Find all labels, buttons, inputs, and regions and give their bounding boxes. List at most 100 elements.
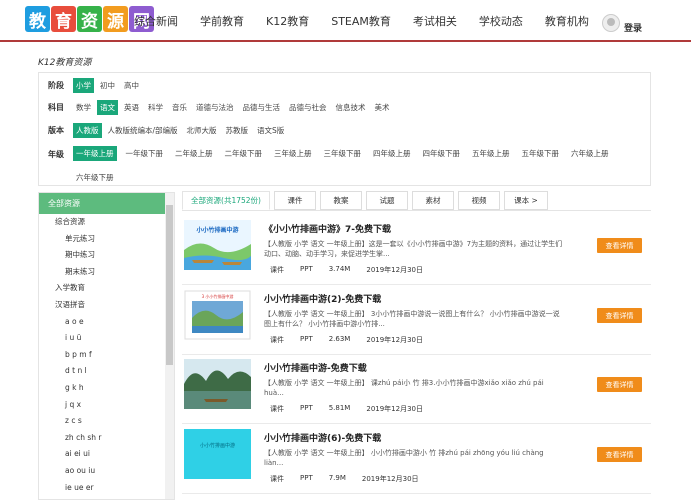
user-area[interactable]: 登录 [602, 11, 642, 34]
filter-label: 年级 [48, 150, 64, 159]
svg-text:3 小小竹排画中游: 3 小小竹排画中游 [202, 293, 234, 299]
filter-option-subject[interactable]: 品德与生活 [240, 100, 284, 115]
scrollbar-thumb[interactable] [166, 205, 173, 365]
filter-option-stage[interactable]: 小学 [73, 78, 94, 93]
resource-title[interactable]: 小小竹排画中游-免费下载 [264, 361, 367, 374]
tab-5[interactable]: 视频 [458, 191, 500, 210]
tab-3[interactable]: 试题 [366, 191, 408, 210]
filter-option-grade[interactable]: 二年级下册 [222, 146, 266, 161]
divider [182, 284, 651, 285]
resource-format: PPT [300, 404, 313, 412]
sidebar-item[interactable]: d t n l [39, 363, 165, 380]
resource-thumbnail[interactable]: 小小竹排画中游 [184, 220, 251, 270]
filter-option-grade[interactable]: 六年级上册 [568, 146, 612, 161]
avatar-icon[interactable] [602, 13, 620, 32]
resource-title[interactable]: 小小竹排画中游(6)-免费下载 [264, 431, 381, 444]
nav-preschool[interactable]: 学前教育 [200, 13, 244, 29]
tab-2[interactable]: 教案 [320, 191, 362, 210]
sidebar-item[interactable]: g k h [39, 380, 165, 397]
sidebar-item[interactable]: 汉语拼音 [39, 297, 165, 314]
filter-label: 科目 [48, 103, 64, 112]
filter-option-grade[interactable]: 二年级上册 [172, 146, 216, 161]
sidebar-item[interactable]: ie ue er [39, 480, 165, 497]
resource-item: 小小竹排画中游 《小小竹排画中游》7-免费下载【人教版 小学 语文 一年级上册】这… [182, 218, 651, 286]
page-title: K12教育资源 [38, 58, 92, 68]
sidebar-scrollbar[interactable] [165, 193, 174, 499]
resource-thumbnail[interactable] [184, 359, 251, 409]
logo-char: 教 [25, 6, 50, 32]
sidebar-item[interactable]: i u ü [39, 330, 165, 347]
filter-option-subject[interactable]: 科学 [145, 100, 166, 115]
resource-format: PPT [300, 474, 313, 482]
sidebar-item-all[interactable]: 全部资源 [39, 193, 165, 214]
tab-1[interactable]: 课件 [274, 191, 316, 210]
resource-date: 2019年12月30日 [361, 475, 419, 483]
nav-news[interactable]: 综合新闻 [134, 13, 178, 29]
resource-date: 2019年12月30日 [366, 405, 423, 413]
main-nav: 综合新闻 学前教育 K12教育 STEAM教育 考试相关 学校动态 教育机构 [134, 13, 611, 29]
view-details-button[interactable]: 查看详情 [597, 238, 642, 253]
view-details-button[interactable]: 查看详情 [597, 377, 642, 392]
sidebar-item[interactable]: j q x [39, 397, 165, 414]
filter-option-edition[interactable]: 人教版 [73, 123, 102, 138]
nav-school-news[interactable]: 学校动态 [479, 13, 523, 29]
filter-option-subject[interactable]: 数学 [73, 100, 94, 115]
resource-size: 7.9M [328, 474, 346, 482]
filter-option-subject[interactable]: 英语 [121, 100, 142, 115]
filter-option-stage[interactable]: 初中 [97, 78, 118, 93]
resource-thumbnail[interactable]: 小小竹排画中游 [184, 429, 251, 479]
category-sidebar: 全部资源 综合资源 单元练习 期中练习 期末练习 入学教育 汉语拼音 a o ei u üb… [38, 192, 175, 500]
filter-option-stage[interactable]: 高中 [121, 78, 142, 93]
sidebar-item[interactable]: z c s [39, 413, 165, 430]
nav-k12[interactable]: K12教育 [266, 13, 309, 29]
filter-option-grade[interactable]: 三年级下册 [321, 146, 365, 161]
resource-title[interactable]: 《小小竹排画中游》7-免费下载 [264, 222, 391, 235]
sidebar-item[interactable]: a o e [39, 314, 165, 331]
filter-option-grade[interactable]: 四年级下册 [420, 146, 464, 161]
filter-option-edition[interactable]: 北师大版 [184, 123, 220, 138]
tab-6[interactable]: 课本 > [504, 191, 548, 210]
filter-option-subject[interactable]: 品德与社会 [286, 100, 330, 115]
sidebar-item[interactable]: zh ch sh r [39, 430, 165, 447]
sidebar-item[interactable]: 单元练习 [39, 231, 165, 248]
filter-option-grade[interactable]: 六年级下册 [73, 170, 117, 185]
divider [182, 354, 651, 355]
filter-option-grade[interactable]: 五年级下册 [519, 146, 563, 161]
resource-thumbnail[interactable]: 3 小小竹排画中游 [184, 290, 251, 340]
filter-option-subject[interactable]: 道德与法治 [193, 100, 237, 115]
resource-description: 【人教版 小学 语文 一年级上册】 3小小竹排画中游说一说图上有什么？ 小小竹排… [264, 310, 560, 328]
view-details-button[interactable]: 查看详情 [597, 447, 642, 462]
tab-4[interactable]: 素材 [412, 191, 454, 210]
sidebar-item[interactable]: 入学教育 [39, 280, 165, 297]
tab-0[interactable]: 全部资源(共1752份) [182, 191, 270, 210]
filter-option-grade[interactable]: 一年级上册 [73, 146, 117, 161]
sidebar-item[interactable]: 期中练习 [39, 247, 165, 264]
filter-option-grade[interactable]: 三年级上册 [271, 146, 315, 161]
nav-institutions[interactable]: 教育机构 [545, 13, 589, 29]
filter-panel: 阶段 小学 初中 高中 科目 数学 语文 英语 科学 音乐 道德与法治 品德与生活 品德与社会 信息… [38, 72, 651, 186]
filter-option-grade[interactable]: 一年级下册 [123, 146, 167, 161]
filter-option-edition[interactable]: 苏教版 [223, 123, 252, 138]
filter-option-subject[interactable]: 信息技术 [333, 100, 369, 115]
resource-format: PPT [300, 335, 313, 343]
filter-option-grade[interactable]: 五年级上册 [469, 146, 513, 161]
sidebar-item[interactable]: b p m f [39, 347, 165, 364]
filter-option-subject[interactable]: 音乐 [169, 100, 190, 115]
view-details-button[interactable]: 查看详情 [597, 308, 642, 323]
filter-option-grade[interactable]: 四年级上册 [370, 146, 414, 161]
nav-exams[interactable]: 考试相关 [413, 13, 457, 29]
filter-option-edition[interactable]: 人教版统编本/部编版 [105, 123, 181, 138]
filter-option-edition[interactable]: 语文S版 [254, 123, 287, 138]
login-link[interactable]: 登录 [624, 21, 642, 34]
filter-option-subject[interactable]: 语文 [97, 100, 118, 115]
resource-description: 【人教版 小学 语文 一年级上册】这是一套以《小小竹排画中游》7为主题的资料，通… [264, 240, 563, 258]
nav-steam[interactable]: STEAM教育 [331, 13, 391, 29]
sidebar-item[interactable]: ao ou iu [39, 463, 165, 480]
filter-option-subject[interactable]: 美术 [372, 100, 393, 115]
sidebar-item[interactable]: ai ei ui [39, 446, 165, 463]
sidebar-item[interactable]: 综合资源 [39, 214, 165, 231]
resource-meta: 课件 PPT 5.81M 2019年12月30日 [270, 404, 439, 414]
sidebar-item[interactable]: 期末练习 [39, 264, 165, 281]
svg-text:小小竹排画中游: 小小竹排画中游 [195, 226, 238, 234]
resource-title[interactable]: 小小竹排画中游(2)-免费下载 [264, 292, 381, 305]
